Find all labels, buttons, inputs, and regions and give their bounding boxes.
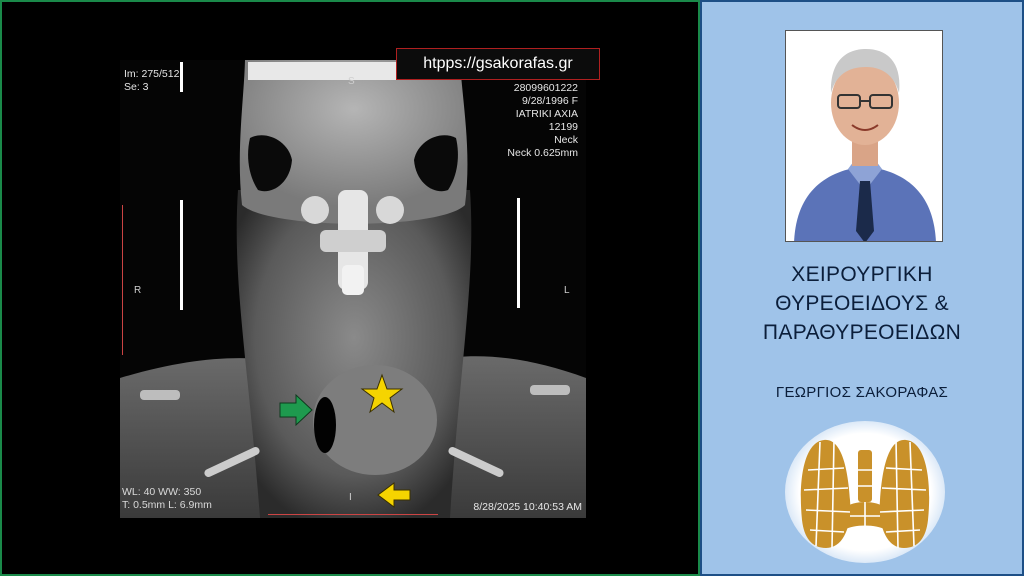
title-line-3: ΠΑΡΑΘΥΡΕΟΕΙΔΩΝ: [762, 321, 962, 344]
right-panel: ΧΕΙΡΟΥΡΓΙΚΗ ΘΥΡΕΟΕΙΔΟΥΣ & ΠΑΡΑΘΥΡΕΟΕΙΔΩΝ…: [700, 0, 1024, 576]
patient-dob-sex: 9/28/1996 F: [521, 95, 578, 107]
orientation-top: S: [348, 76, 355, 87]
author-photo: [785, 30, 943, 242]
author-name: ΓΕΩΡΓΙΟΣ ΣΑΚΟΡΑΦΑΣ: [775, 384, 949, 401]
series-number: Se: 3: [124, 81, 149, 93]
ct-series-info: Im: 275/512 Se: 3: [124, 68, 179, 94]
body-region: Neck: [554, 134, 578, 146]
left-panel: Im: 275/512 Se: 3 28099601222 9/28/1996 …: [0, 0, 700, 576]
page-title: ΧΕΙΡΟΥΡΓΙΚΗ ΘΥΡΕΟΕΙΔΟΥΣ & ΠΑΡΑΘΥΡΕΟΕΙΔΩΝ: [702, 260, 1022, 347]
orientation-left: R: [134, 285, 142, 296]
title-line-2: ΘΥΡΕΟΕΙΔΟΥΣ &: [775, 292, 949, 315]
orientation-right: L: [564, 285, 570, 296]
ct-patient-info: 28099601222 9/28/1996 F IATRIKI AXIA 121…: [507, 82, 578, 160]
patient-id: 28099601222: [513, 82, 578, 94]
study-number: 12199: [548, 121, 578, 133]
image-number: Im: 275/512: [124, 68, 180, 80]
website-url-label: htpps://gsakorafas.gr: [396, 48, 600, 80]
title-line-1: ΧΕΙΡΟΥΡΓΙΚΗ: [791, 263, 933, 286]
slice-thickness: T: 0.5mm L: 6.9mm: [122, 499, 212, 511]
orientation-bottom: I: [349, 492, 352, 503]
window-level: WL: 40 WW: 350: [122, 486, 202, 498]
institution-name: IATRIKI AXIA: [515, 108, 578, 120]
series-description: Neck 0.625mm: [507, 147, 578, 159]
ct-timestamp: 8/28/2025 10:40:53 AM: [473, 501, 582, 513]
ct-scan-viewer: Im: 275/512 Se: 3 28099601222 9/28/1996 …: [120, 60, 586, 518]
thyroid-logo-icon: [784, 420, 946, 564]
ct-window-info: WL: 40 WW: 350 T: 0.5mm L: 6.9mm: [122, 486, 212, 512]
